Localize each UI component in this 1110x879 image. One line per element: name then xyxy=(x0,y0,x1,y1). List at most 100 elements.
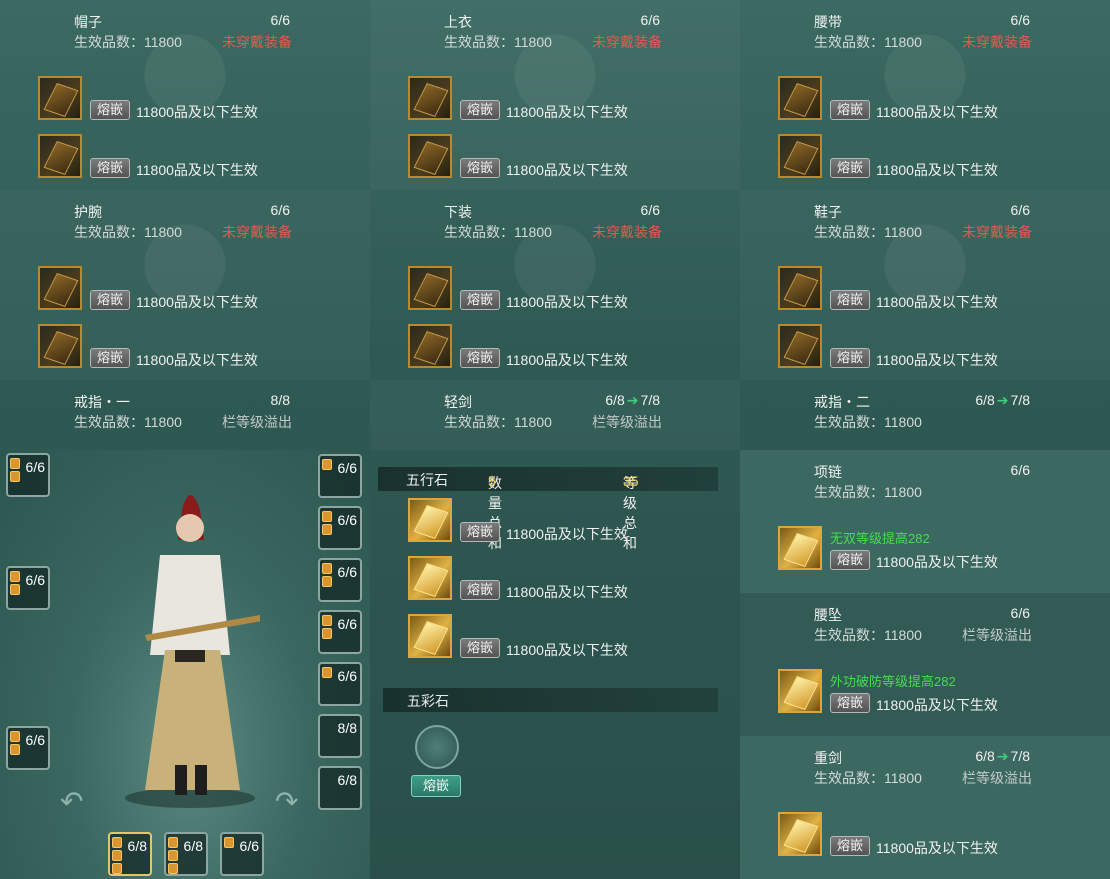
inlay-button[interactable]: 熔嵌 xyxy=(830,550,870,570)
gem-icon[interactable] xyxy=(778,526,822,570)
effective-grade: 生效品数：11800 xyxy=(444,224,552,240)
slot-card-belt: 腰带 6/6 生效品数：11800 未穿戴装备 熔嵌 11800品及以下生效 熔嵌… xyxy=(740,0,1110,190)
rule-text: 11800品及以下生效 xyxy=(506,162,628,178)
effective-grade: 生效品数：11800 xyxy=(814,224,922,240)
effective-grade: 生效品数：11800 xyxy=(814,627,922,643)
gem-icon[interactable] xyxy=(38,76,82,120)
slot-card-necklace: 项链 6/6 生效品数：11800 无双等级提高282 熔嵌 11800品及以下生效 xyxy=(740,450,1110,593)
status-text: 栏等级溢出 xyxy=(592,414,662,430)
inlay-button[interactable]: 熔嵌 xyxy=(460,290,500,310)
slot-name: 护腕 xyxy=(74,204,102,220)
inlay-button[interactable]: 熔嵌 xyxy=(830,290,870,310)
gem-icon[interactable] xyxy=(408,324,452,368)
rotate-right-icon[interactable]: ↷ xyxy=(275,785,298,818)
empty-gem-icon[interactable] xyxy=(415,725,459,769)
gem-icon[interactable] xyxy=(38,134,82,178)
slot-name: 上衣 xyxy=(444,14,472,30)
effective-grade: 生效品数：11800 xyxy=(814,770,922,786)
slot-count: 6/6 xyxy=(1010,462,1030,478)
inlay-button[interactable]: 熔嵌 xyxy=(830,348,870,368)
gem-icon[interactable] xyxy=(38,266,82,310)
slot-card-top: 上衣 6/6 生效品数：11800 未穿戴装备 熔嵌 11800品及以下生效 熔嵌… xyxy=(370,0,740,190)
slot-count: 6/6 xyxy=(1010,12,1030,28)
inlay-button[interactable]: 熔嵌 xyxy=(460,522,500,542)
rule-text: 11800品及以下生效 xyxy=(876,104,998,120)
gem-icon[interactable] xyxy=(778,76,822,120)
equip-slot[interactable]: 6/6 xyxy=(6,726,50,770)
rule-text: 11800品及以下生效 xyxy=(876,554,998,570)
slot-name: 下装 xyxy=(444,204,472,220)
inlay-button[interactable]: 熔嵌 xyxy=(90,100,130,120)
effective-grade: 生效品数：11800 xyxy=(74,34,182,50)
rotate-left-icon[interactable]: ↶ xyxy=(60,785,83,818)
effective-grade: 生效品数：11800 xyxy=(444,414,552,430)
bonus-text: 外功破防等级提高282 xyxy=(830,674,956,689)
effective-grade: 生效品数：11800 xyxy=(444,34,552,50)
status-text: 未穿戴装备 xyxy=(962,34,1032,50)
gem-icon[interactable] xyxy=(408,266,452,310)
wucai-title: 五彩石 xyxy=(407,693,449,709)
status-text: 未穿戴装备 xyxy=(592,224,662,240)
gem-icon[interactable] xyxy=(38,324,82,368)
inlay-button[interactable]: 熔嵌 xyxy=(90,290,130,310)
gem-icon[interactable] xyxy=(778,266,822,310)
equip-slot-selected[interactable]: 6/8 xyxy=(108,832,152,876)
equip-slot[interactable]: 6/6 xyxy=(220,832,264,876)
equip-slot[interactable]: 6/6 xyxy=(6,566,50,610)
status-text: 栏等级溢出 xyxy=(222,414,292,430)
inlay-button[interactable]: 熔嵌 xyxy=(90,158,130,178)
gem-icon[interactable] xyxy=(408,498,452,542)
gem-icon[interactable] xyxy=(408,134,452,178)
equip-slot[interactable]: 6/8 xyxy=(318,766,362,810)
inlay-button[interactable]: 熔嵌 xyxy=(460,100,500,120)
gem-icon[interactable] xyxy=(778,134,822,178)
wuxing-header: 五行石 数量总和 5 等级总和35 xyxy=(378,467,718,551)
slot-count: 6/6 xyxy=(1010,605,1030,621)
equip-slot[interactable]: 6/6 xyxy=(318,506,362,550)
equip-slot[interactable]: 6/6 xyxy=(318,662,362,706)
slot-name: 鞋子 xyxy=(814,204,842,220)
slot-card-pendant: 腰坠 6/6 生效品数：11800 栏等级溢出 外功破防等级提高282 熔嵌 118… xyxy=(740,593,1110,736)
gem-icon[interactable] xyxy=(778,324,822,368)
arrow-right-icon: ➔ xyxy=(996,748,1009,764)
gem-icon[interactable] xyxy=(778,669,822,713)
arrow-right-icon: ➔ xyxy=(626,392,639,408)
equip-slot[interactable]: 6/6 xyxy=(6,453,50,497)
equip-slot[interactable]: 6/8 xyxy=(164,832,208,876)
gem-icon[interactable] xyxy=(408,76,452,120)
slot-name: 项链 xyxy=(814,464,842,480)
rule-text: 11800品及以下生效 xyxy=(136,104,258,120)
inlay-button[interactable]: 熔嵌 xyxy=(90,348,130,368)
inlay-button[interactable]: 熔嵌 xyxy=(460,580,500,600)
inlay-button[interactable]: 熔嵌 xyxy=(830,100,870,120)
gem-icon[interactable] xyxy=(408,556,452,600)
equip-slot[interactable]: 8/8 xyxy=(318,714,362,758)
effective-grade: 生效品数：11800 xyxy=(74,414,182,430)
slot-name: 腰坠 xyxy=(814,607,842,623)
inlay-button[interactable]: 熔嵌 xyxy=(460,638,500,658)
wucai-inlay-button[interactable]: 熔嵌 xyxy=(411,775,461,797)
slot-name: 帽子 xyxy=(74,14,102,30)
slot-name: 重剑 xyxy=(814,750,842,766)
rule-text: 11800品及以下生效 xyxy=(876,352,998,368)
gem-icon[interactable] xyxy=(408,614,452,658)
character-figure[interactable] xyxy=(120,480,260,810)
bonus-text: 无双等级提高282 xyxy=(830,531,930,546)
equip-slot[interactable]: 6/6 xyxy=(318,558,362,602)
inlay-button[interactable]: 熔嵌 xyxy=(830,693,870,713)
slot-count: 8/8 xyxy=(270,392,290,408)
inlay-button[interactable]: 熔嵌 xyxy=(460,158,500,178)
effective-grade: 生效品数：11800 xyxy=(814,34,922,50)
inlay-button[interactable]: 熔嵌 xyxy=(830,158,870,178)
gem-icon[interactable] xyxy=(778,812,822,856)
inlay-button[interactable]: 熔嵌 xyxy=(830,836,870,856)
equip-slot[interactable]: 6/6 xyxy=(318,454,362,498)
effective-grade: 生效品数：11800 xyxy=(74,224,182,240)
rule-text: 11800品及以下生效 xyxy=(136,352,258,368)
slot-card-ring-2: 戒指・二 6/8 ➔ 7/8 生效品数：11800 xyxy=(740,380,1110,450)
inlay-button[interactable]: 熔嵌 xyxy=(460,348,500,368)
effective-grade: 生效品数：11800 xyxy=(814,484,922,500)
slot-name: 戒指・二 xyxy=(814,394,870,410)
right-panel: 项链 6/6 生效品数：11800 无双等级提高282 熔嵌 11800品及以下生效… xyxy=(740,450,1110,879)
equip-slot[interactable]: 6/6 xyxy=(318,610,362,654)
